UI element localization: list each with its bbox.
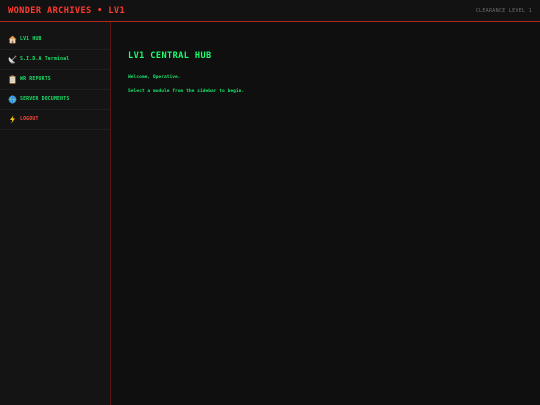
- home-icon: [8, 35, 17, 44]
- app-title: WONDER ARCHIVES • LV1: [8, 5, 126, 16]
- sidebar-item-lv1-hub[interactable]: LV1 HUB: [0, 30, 110, 50]
- instruction-message: Select a module from the sidebar to begi…: [128, 89, 245, 94]
- clearance-level: CLEARANCE LEVEL 1: [475, 7, 532, 14]
- main-content: LV1 CENTRAL HUB Welcome, Operative. Sele…: [111, 22, 540, 405]
- sidebar-item-server-documents[interactable]: SERVER DOCUMENTS: [0, 90, 110, 110]
- sidebar-item-label: LOGOUT: [20, 117, 39, 122]
- lightning-icon: [8, 115, 17, 124]
- globe-icon: [8, 95, 17, 104]
- page-title: LV1 CENTRAL HUB: [128, 51, 212, 61]
- sidebar-item-logout[interactable]: LOGOUT: [0, 110, 110, 130]
- sidebar-item-wr-reports[interactable]: WR REPORTS: [0, 70, 110, 90]
- sidebar-item-sida-terminal[interactable]: S.I.D.A Terminal: [0, 50, 110, 70]
- sidebar-item-label: LV1 HUB: [20, 37, 42, 42]
- welcome-message: Welcome, Operative.: [128, 75, 181, 80]
- top-bar: WONDER ARCHIVES • LV1 CLEARANCE LEVEL 1: [0, 0, 540, 22]
- sidebar-item-label: WR REPORTS: [20, 77, 51, 82]
- clipboard-icon: [8, 75, 17, 84]
- sidebar: LV1 HUB S.I.D.A Terminal WR REPORTS SERV…: [0, 22, 111, 405]
- satellite-antenna-icon: [8, 55, 17, 64]
- app-window: WONDER ARCHIVES • LV1 CLEARANCE LEVEL 1 …: [0, 0, 540, 405]
- sidebar-item-label: SERVER DOCUMENTS: [20, 97, 70, 102]
- sidebar-item-label: S.I.D.A Terminal: [20, 57, 70, 62]
